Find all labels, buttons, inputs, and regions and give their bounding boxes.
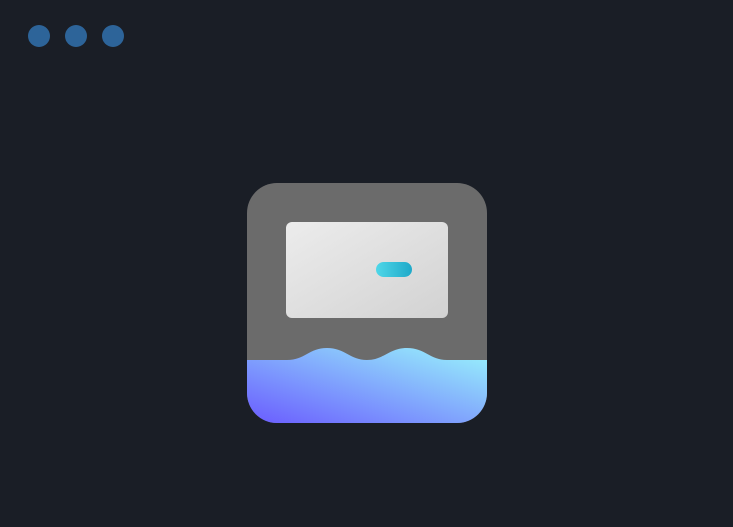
drive-indicator (376, 262, 412, 277)
drive-panel (286, 222, 448, 318)
drive-icon-graphic (247, 183, 487, 423)
zoom-button[interactable] (102, 25, 124, 47)
app-window (0, 0, 733, 527)
drive-icon[interactable] (247, 183, 487, 423)
minimize-button[interactable] (65, 25, 87, 47)
window-controls (28, 25, 124, 47)
close-button[interactable] (28, 25, 50, 47)
